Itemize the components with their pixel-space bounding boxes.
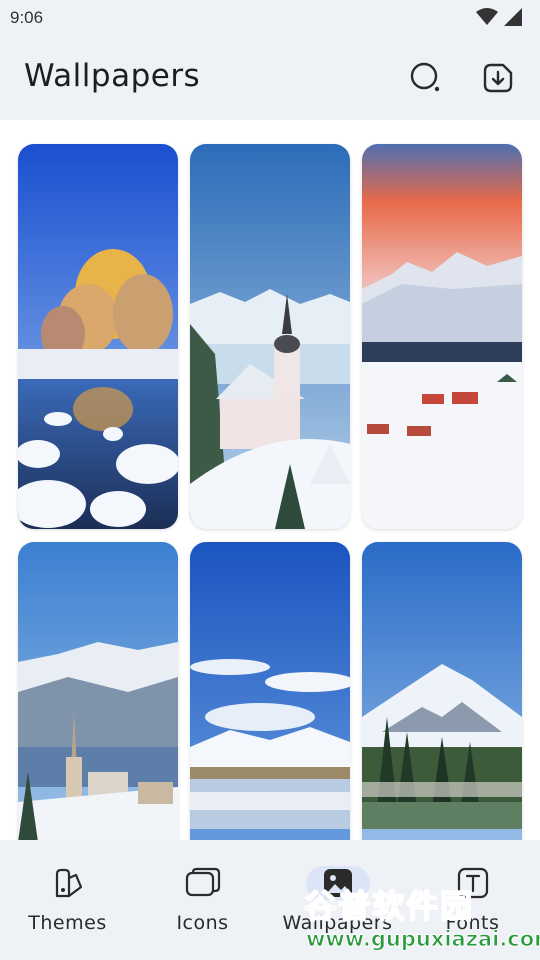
page-title: Wallpapers	[24, 58, 201, 94]
wifi-icon	[476, 8, 498, 25]
nav-item-icons[interactable]: Icons	[135, 858, 270, 948]
image-icon	[323, 869, 352, 897]
nav-label-themes: Themes	[28, 912, 107, 934]
wallpaper-image-alpine-village	[362, 144, 522, 529]
status-time: 9:06	[10, 8, 44, 27]
search-button[interactable]	[408, 60, 444, 96]
download-button[interactable]	[480, 60, 516, 96]
nav-item-wallpapers[interactable]: Wallpapers	[270, 858, 405, 948]
nav-item-fonts[interactable]: Fonts	[405, 858, 540, 948]
download-icon	[483, 63, 513, 93]
brush-palette-icon	[55, 868, 82, 898]
bottom-navigation: Themes Icons Wallpapers Fonts	[0, 840, 540, 960]
signal-icon	[504, 8, 522, 26]
wallpaper-card[interactable]	[18, 144, 178, 529]
nav-label-icons: Icons	[176, 912, 229, 934]
app-header: Wallpapers	[0, 36, 540, 120]
nav-icon-wrap	[305, 866, 370, 900]
nav-item-themes[interactable]: Themes	[0, 858, 135, 948]
stacked-squares-icon	[185, 867, 220, 897]
search-icon	[410, 62, 440, 92]
nav-label-fonts: Fonts	[445, 912, 500, 934]
wallpaper-image-snowy-lake	[18, 144, 178, 529]
text-box-icon	[457, 867, 488, 899]
nav-label-wallpapers: Wallpapers	[282, 912, 393, 934]
wallpaper-image-church	[190, 144, 350, 529]
nav-icon-wrap	[441, 866, 505, 900]
wallpaper-card[interactable]	[362, 144, 522, 529]
status-bar: 9:06	[0, 0, 540, 36]
status-icons	[476, 8, 522, 26]
wallpaper-card[interactable]	[190, 144, 350, 529]
nav-icon-wrap	[36, 866, 100, 900]
nav-icon-wrap	[171, 866, 235, 900]
